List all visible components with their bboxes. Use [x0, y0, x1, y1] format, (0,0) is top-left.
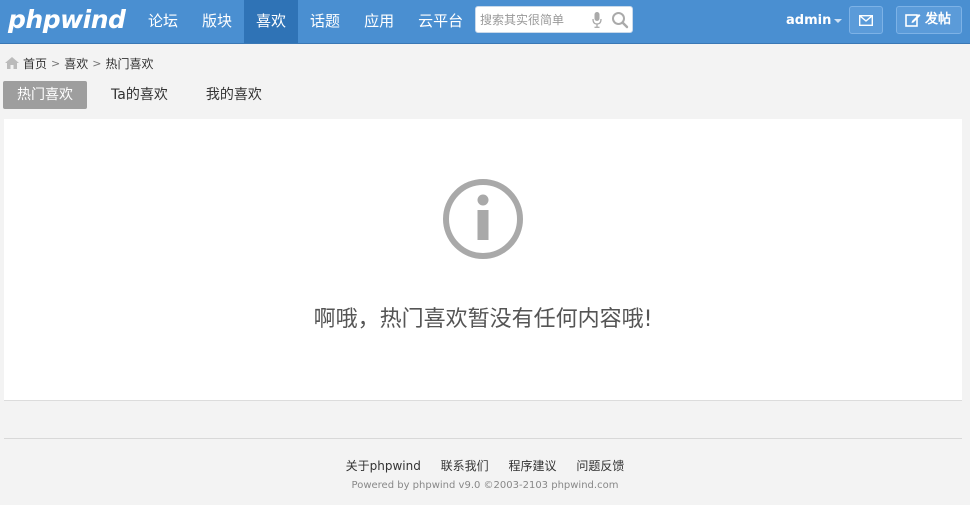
footer-link-contact[interactable]: 联系我们 — [441, 459, 489, 473]
nav-item-topics[interactable]: 话题 — [298, 0, 352, 43]
chevron-down-icon — [834, 18, 843, 23]
nav-item-cloud-platform[interactable]: 云平台 — [406, 0, 475, 43]
top-header: phpwind 论坛 版块 喜欢 话题 应用 云平台 admin — [0, 0, 970, 44]
edit-icon — [905, 14, 921, 27]
search-icon[interactable] — [611, 11, 629, 29]
chevron-right-icon: > — [51, 56, 61, 70]
breadcrumb: 首页 > 喜欢 > 热门喜欢 — [4, 55, 153, 71]
microphone-icon[interactable] — [592, 12, 602, 28]
footer-link-suggestions[interactable]: 程序建议 — [509, 459, 557, 473]
content-panel: 啊哦，热门喜欢暂没有任何内容哦! — [4, 119, 962, 401]
chevron-right-icon: > — [92, 56, 102, 70]
tab-their-likes[interactable]: Ta的喜欢 — [97, 81, 182, 109]
logo[interactable]: phpwind — [8, 3, 126, 37]
footer-link-about[interactable]: 关于phpwind — [346, 459, 421, 473]
search-input[interactable] — [480, 10, 588, 29]
new-post-label: 发帖 — [925, 12, 952, 27]
footer-link-feedback[interactable]: 问题反馈 — [576, 459, 624, 473]
new-post-button[interactable]: 发帖 — [896, 6, 962, 34]
search-box — [475, 6, 633, 33]
breadcrumb-likes[interactable]: 喜欢 — [64, 55, 88, 72]
tab-hot-likes[interactable]: 热门喜欢 — [3, 81, 87, 109]
footer-links: 关于phpwind 联系我们 程序建议 问题反馈 — [0, 457, 970, 474]
nav-item-likes[interactable]: 喜欢 — [244, 0, 299, 43]
mail-icon — [859, 15, 873, 26]
breadcrumb-home[interactable]: 首页 — [23, 55, 47, 72]
user-menu[interactable]: admin — [786, 13, 843, 28]
tab-my-likes[interactable]: 我的喜欢 — [192, 81, 276, 109]
likes-tabs: 热门喜欢 Ta的喜欢 我的喜欢 — [3, 81, 286, 109]
nav-item-boards[interactable]: 版块 — [190, 0, 244, 43]
nav-item-apps[interactable]: 应用 — [352, 0, 406, 43]
main-nav: 论坛 版块 喜欢 话题 应用 云平台 — [136, 0, 475, 43]
nav-item-forum[interactable]: 论坛 — [136, 0, 190, 43]
home-icon[interactable] — [4, 56, 20, 70]
empty-message: 啊哦，热门喜欢暂没有任何内容哦! — [313, 307, 653, 332]
username: admin — [786, 13, 832, 28]
messages-button[interactable] — [849, 6, 883, 34]
powered-by: Powered by phpwind v9.0 ©2003-2103 phpwi… — [351, 480, 619, 491]
breadcrumb-hot-likes[interactable]: 热门喜欢 — [105, 55, 153, 72]
info-icon — [443, 179, 523, 259]
footer-divider — [4, 438, 962, 439]
